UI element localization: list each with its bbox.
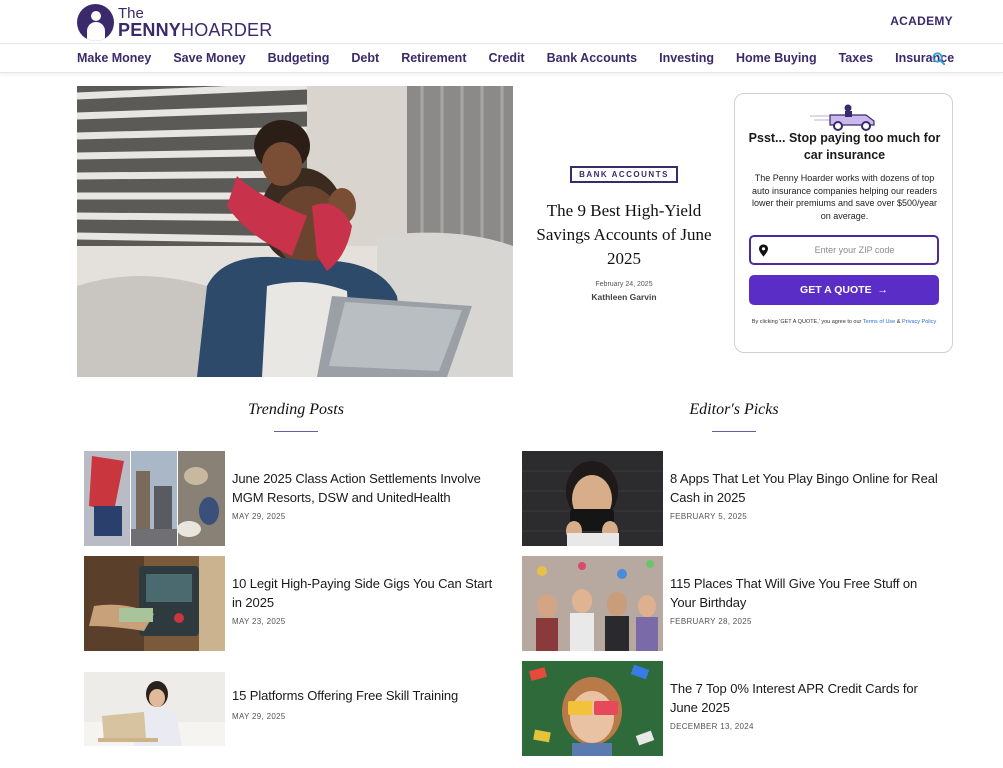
hero-date: February 24, 2025 <box>595 281 653 288</box>
post-thumbnail[interactable] <box>84 451 225 546</box>
post-title[interactable]: 115 Places That Will Give You Free Stuff… <box>670 574 942 612</box>
logo-the: The <box>118 4 144 22</box>
post-date: DECEMBER 13, 2024 <box>670 722 754 731</box>
post-date: MAY 29, 2025 <box>232 512 286 521</box>
hero-author[interactable]: Kathleen Garvin <box>530 292 718 302</box>
post-thumbnail[interactable] <box>522 661 663 756</box>
nav-item-make-money[interactable]: Make Money <box>77 51 151 65</box>
hero-image[interactable] <box>77 86 513 377</box>
quote-disclaimer: By clicking 'GET A QUOTE,' you agree to … <box>751 319 937 325</box>
nav-item-taxes[interactable]: Taxes <box>839 51 874 65</box>
hero-article: BANK ACCOUNTS The 9 Best High-Yield Savi… <box>530 164 718 302</box>
editors-divider <box>712 431 756 432</box>
quote-card-body: The Penny Hoarder works with dozens of t… <box>751 173 938 221</box>
site-header: The PENNYHOARDER ACADEMY <box>0 0 1003 44</box>
post-thumbnail[interactable] <box>522 556 663 651</box>
post-title[interactable]: 10 Legit High-Paying Side Gigs You Can S… <box>232 574 504 612</box>
editors-pick-post[interactable]: The 7 Top 0% Interest APR Credit Cards f… <box>522 661 942 756</box>
location-pin-icon <box>759 244 768 257</box>
logo-name: PENNYHOARDER <box>118 19 273 40</box>
academy-link[interactable]: ACADEMY <box>890 14 953 28</box>
post-date: MAY 23, 2025 <box>232 617 286 626</box>
post-date: MAY 29, 2025 <box>232 712 286 721</box>
get-a-quote-button[interactable]: GET A QUOTE → <box>749 275 939 305</box>
main-nav: Make Money Save Money Budgeting Debt Ret… <box>0 44 1003 73</box>
trending-divider <box>274 431 318 432</box>
nav-item-budgeting[interactable]: Budgeting <box>268 51 330 65</box>
post-title[interactable]: The 7 Top 0% Interest APR Credit Cards f… <box>670 679 942 717</box>
post-thumbnail[interactable] <box>84 672 225 746</box>
post-thumbnail[interactable] <box>522 451 663 546</box>
logo-wordmark: The PENNYHOARDER <box>118 6 272 39</box>
nav-item-retirement[interactable]: Retirement <box>401 51 466 65</box>
privacy-policy-link[interactable]: Privacy Policy <box>902 319 936 325</box>
hero-title[interactable]: The 9 Best High-Yield Savings Accounts o… <box>530 199 718 271</box>
nav-item-home-buying[interactable]: Home Buying <box>736 51 817 65</box>
editors-picks-heading: Editor's Picks <box>689 401 779 418</box>
post-title[interactable]: 8 Apps That Let You Play Bingo Online fo… <box>670 469 942 507</box>
post-date: FEBRUARY 28, 2025 <box>670 617 752 626</box>
zip-field[interactable] <box>749 235 939 265</box>
insurance-quote-card: Psst... Stop paying too much for car ins… <box>734 93 953 353</box>
trending-post[interactable]: June 2025 Class Action Settlements Invol… <box>84 451 504 546</box>
site-logo[interactable]: The PENNYHOARDER <box>77 3 272 41</box>
editors-pick-post[interactable]: 8 Apps That Let You Play Bingo Online fo… <box>522 451 942 546</box>
nav-item-insurance[interactable]: Insurance <box>895 51 954 65</box>
trending-post[interactable]: 10 Legit High-Paying Side Gigs You Can S… <box>84 556 504 651</box>
logo-icon <box>77 3 114 41</box>
nav-item-bank-accounts[interactable]: Bank Accounts <box>547 51 638 65</box>
post-title[interactable]: 15 Platforms Offering Free Skill Trainin… <box>232 686 504 705</box>
quote-card-title: Psst... Stop paying too much for car ins… <box>748 131 941 162</box>
zip-input[interactable] <box>777 242 932 258</box>
post-title[interactable]: June 2025 Class Action Settlements Invol… <box>232 469 504 507</box>
editors-pick-post[interactable]: 115 Places That Will Give You Free Stuff… <box>522 556 942 651</box>
search-icon[interactable] <box>932 52 945 65</box>
arrow-right-icon: → <box>874 284 888 296</box>
post-date: FEBRUARY 5, 2025 <box>670 512 747 521</box>
nav-item-credit[interactable]: Credit <box>488 51 524 65</box>
get-a-quote-label: GET A QUOTE <box>800 284 872 296</box>
trending-posts-heading: Trending Posts <box>248 401 344 418</box>
nav-item-save-money[interactable]: Save Money <box>173 51 245 65</box>
trending-post[interactable]: 15 Platforms Offering Free Skill Trainin… <box>84 670 504 746</box>
post-thumbnail[interactable] <box>84 556 225 651</box>
car-icon <box>810 104 875 131</box>
category-tag[interactable]: BANK ACCOUNTS <box>570 166 678 183</box>
nav-item-investing[interactable]: Investing <box>659 51 714 65</box>
nav-item-debt[interactable]: Debt <box>351 51 379 65</box>
terms-of-use-link[interactable]: Terms of Use <box>863 319 895 325</box>
